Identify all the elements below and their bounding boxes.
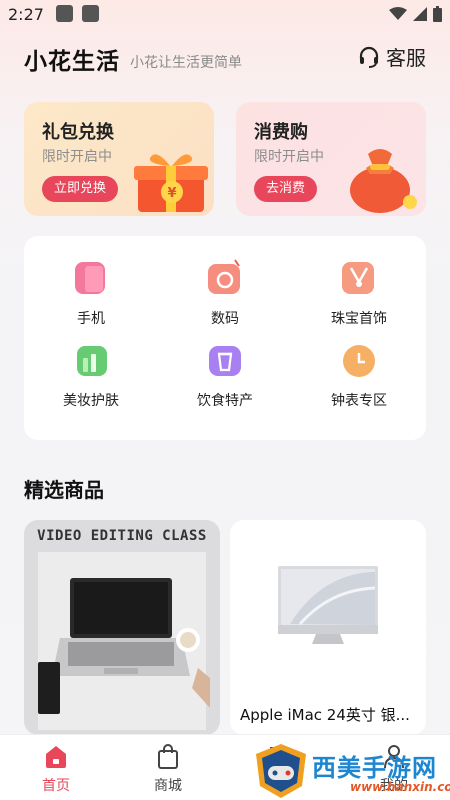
category-digital[interactable]: 数码 [170, 258, 280, 338]
product-name: Apple iMac 24英寸 银... [240, 706, 410, 724]
watermark-text: 西美手游网 [312, 754, 437, 782]
promo-title: 消费购 [254, 122, 308, 143]
headset-icon [359, 46, 379, 68]
app-header: 小花生活 小花让生活更简单 客服 [24, 40, 434, 80]
status-time: 2:27 [8, 5, 44, 24]
tab-label: 首页 [42, 778, 70, 794]
tab-label: 商城 [154, 778, 182, 794]
go-consume-button[interactable]: 去消费 [254, 176, 318, 202]
category-label: 美妆护肤 [63, 393, 119, 409]
watermark-url: www.hanxin.com [350, 780, 450, 794]
cosmetics-icon [77, 346, 107, 376]
necklace-icon [342, 262, 374, 294]
app-slogan: 小花让生活更简单 [130, 55, 242, 71]
category-food[interactable]: 饮食特产 [170, 340, 280, 420]
customer-service-button[interactable]: 客服 [358, 42, 426, 71]
category-jewelry[interactable]: 珠宝首饰 [304, 258, 414, 338]
gift-box-icon: ¥ [134, 154, 208, 212]
notification-icon [56, 5, 73, 22]
category-label: 钟表专区 [331, 393, 387, 409]
notification-icon [82, 5, 99, 22]
category-grid: 手机 数码 珠宝首饰 美妆护肤 饮食特产 钟表专区 [24, 236, 426, 440]
status-indicators [389, 6, 442, 22]
product-image [278, 566, 378, 644]
camera-icon [208, 259, 240, 294]
watermark: 西美手游网 www.hanxin.com [250, 740, 450, 800]
shopping-bag-icon [158, 744, 178, 769]
app-title: 小花生活 [24, 49, 120, 75]
gamepad-logo-icon [256, 744, 306, 798]
svg-text:¥: ¥ [167, 186, 176, 201]
promo-subtitle: 限时开启中 [254, 149, 324, 165]
promo-gift-exchange[interactable]: 礼包兑换 限时开启中 立即兑换 ¥ [24, 102, 214, 216]
signal-icon [413, 7, 427, 21]
category-watch[interactable]: 钟表专区 [304, 340, 414, 420]
cup-icon [209, 346, 241, 376]
category-label: 饮食特产 [197, 393, 253, 409]
tab-mall[interactable]: 商城 [112, 735, 224, 800]
category-label: 珠宝首饰 [331, 311, 387, 327]
category-cosmetics[interactable]: 美妆护肤 [36, 340, 146, 420]
promo-subtitle: 限时开启中 [42, 149, 112, 165]
category-phone[interactable]: 手机 [36, 258, 146, 338]
product-image [38, 552, 210, 730]
redeem-now-button[interactable]: 立即兑换 [42, 176, 119, 202]
status-bar: 2:27 [0, 0, 450, 30]
promo-consume[interactable]: 消费购 限时开启中 去消费 [236, 102, 426, 216]
battery-icon [433, 6, 442, 22]
customer-service-label: 客服 [386, 46, 426, 70]
category-label: 手机 [77, 311, 105, 327]
watch-icon [343, 345, 375, 377]
home-icon [46, 746, 66, 768]
tab-home[interactable]: 首页 [0, 735, 112, 800]
category-label: 数码 [211, 311, 239, 327]
money-bag-icon [350, 149, 417, 213]
phone-icon [75, 262, 105, 294]
section-title: 精选商品 [24, 478, 104, 502]
product-card[interactable]: VIDEO EDITING CLASS [24, 520, 220, 735]
product-card[interactable]: Apple iMac 24英寸 银... [230, 520, 426, 735]
wifi-icon [389, 7, 407, 20]
promo-title: 礼包兑换 [42, 122, 114, 143]
product-image-title: VIDEO EDITING CLASS [37, 528, 207, 544]
